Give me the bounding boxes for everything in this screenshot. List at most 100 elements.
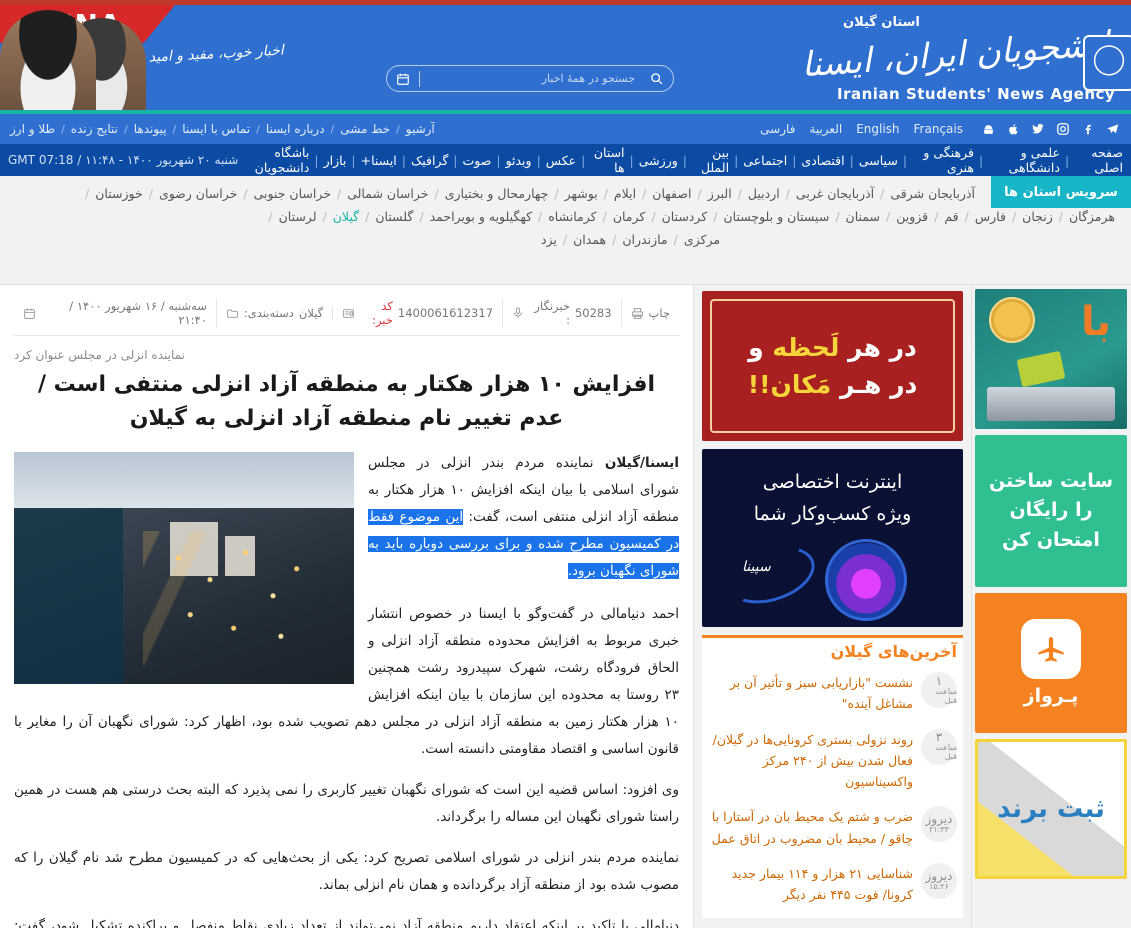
list-item[interactable]: دیروز ۱۵:۲۶ شناسایی ۲۱ هزار و ۱۱۴ بیمار …: [702, 856, 963, 913]
util-link-archive[interactable]: آرشیو: [406, 122, 435, 136]
util-link-policy[interactable]: خط مشی: [340, 122, 390, 136]
province-yazd[interactable]: یزد: [535, 232, 563, 247]
news-item-title[interactable]: نشست "بازاریابی سبز و تأثیر آن بر مشاغل …: [704, 672, 913, 715]
province-isfahan[interactable]: اصفهان: [646, 186, 697, 201]
brand-registration-text: ثبت برند: [997, 794, 1105, 824]
article-source-tag: ایسنا/گیلان: [604, 455, 679, 472]
province-alborz[interactable]: البرز: [702, 186, 738, 201]
android-icon[interactable]: [980, 121, 996, 137]
flight-ad[interactable]: پـرواز: [975, 593, 1127, 733]
search-bar[interactable]: [386, 65, 674, 92]
telegram-icon[interactable]: [1105, 121, 1121, 137]
menu-item-graphic[interactable]: گرافیک: [411, 153, 448, 168]
article-lead-image[interactable]: [14, 452, 354, 685]
province-chaharmahal[interactable]: چهارمحال و بختیاری: [439, 186, 555, 201]
province-khuzestan[interactable]: خوزستان: [89, 186, 148, 201]
menu-item-politics[interactable]: سیاسی: [859, 153, 898, 168]
bank-ad[interactable]: با: [975, 289, 1127, 429]
lang-english[interactable]: English: [856, 122, 899, 136]
swoosh-decoration: [720, 536, 822, 614]
internet-ad-brand: سپینا: [742, 559, 771, 575]
province-kermanshah[interactable]: کرمانشاه: [542, 209, 602, 224]
province-north-khorasan[interactable]: خراسان شمالی: [341, 186, 434, 201]
printer-icon[interactable]: [631, 307, 644, 320]
menu-item-economy[interactable]: اقتصادی: [801, 153, 844, 168]
province-west-azerbaijan[interactable]: آذربایجان غربی: [790, 186, 880, 201]
province-razavi-khorasan[interactable]: خراسان رضوی: [153, 186, 243, 201]
province-kohgiluyeh[interactable]: کهگیلویه و بویراحمد: [424, 209, 538, 224]
province-gilan[interactable]: گیلان: [327, 209, 365, 224]
news-item-title[interactable]: روند نزولی بستری کرونایی‌ها در گیلان/ فع…: [704, 729, 913, 793]
menu-item-isna-plus[interactable]: ایسنا+: [361, 153, 397, 168]
province-markazi[interactable]: مرکزی: [678, 232, 726, 247]
menu-item-social[interactable]: اجتماعی: [743, 153, 787, 168]
sep: /: [713, 209, 718, 224]
util-link-about[interactable]: درباره ایسنا: [266, 122, 325, 136]
instagram-icon[interactable]: [1055, 121, 1071, 137]
site-logo[interactable]: استان گیلان خبرگزاری دانشجویان ایران، ای…: [791, 9, 1131, 109]
news-time-unit: ۱۵:۲۶: [929, 881, 949, 891]
province-qom[interactable]: قم: [938, 209, 964, 224]
lang-arabic[interactable]: العربية: [809, 122, 842, 136]
util-link-links[interactable]: پیوندها: [134, 122, 167, 136]
menu-item-home[interactable]: صفحه اصلی: [1074, 145, 1123, 175]
menu-item-student-club[interactable]: باشگاه دانشجویان: [238, 145, 310, 175]
menu-item-culture[interactable]: فرهنگی و هنری: [912, 145, 974, 175]
news-item-title[interactable]: شناسایی ۲۱ هزار و ۱۱۴ بیمار جدید کرونا/ …: [704, 863, 913, 906]
meta-category[interactable]: گیلان دسته‌بندی:: [217, 306, 334, 320]
province-ardabil[interactable]: اردبیل: [742, 186, 786, 201]
search-icon[interactable]: [639, 66, 673, 91]
list-item[interactable]: دیروز ۲۱:۳۳ ضرب و شتم یک محیط بان در آست…: [702, 799, 963, 856]
province-kerman[interactable]: کرمان: [607, 209, 652, 224]
news-item-title[interactable]: ضرب و شتم یک محیط بان در آستارا با چاقو …: [704, 806, 913, 849]
search-input[interactable]: [420, 66, 639, 91]
menu-item-video[interactable]: ویدئو: [506, 153, 532, 168]
article-kicker: نماینده انزلی در مجلس عنوان کرد: [14, 348, 185, 362]
province-bushehr[interactable]: بوشهر: [559, 186, 604, 201]
province-ilam[interactable]: ایلام: [608, 186, 642, 201]
apple-icon[interactable]: [1005, 121, 1021, 137]
province-qazvin[interactable]: قزوین: [890, 209, 934, 224]
province-mazandaran[interactable]: مازندران: [616, 232, 673, 247]
province-hormozgan[interactable]: هرمزگان: [1063, 209, 1121, 224]
website-builder-ad[interactable]: سایت ساختن را رایگان امتحان کن: [975, 435, 1127, 587]
category-value: گیلان: [298, 306, 324, 320]
province-kurdistan[interactable]: کردستان: [656, 209, 714, 224]
province-lorestan[interactable]: لرستان: [273, 209, 323, 224]
menu-item-market[interactable]: بازار: [324, 153, 347, 168]
provinces-service-header[interactable]: سرویس استان ها: [991, 176, 1131, 208]
menu-item-sports[interactable]: ورزشی: [639, 153, 678, 168]
lang-persian[interactable]: فارسی: [760, 122, 795, 136]
facebook-icon[interactable]: [1080, 121, 1096, 137]
internet-business-ad[interactable]: اینترنت اختصاصی ویژه کسب‌وکار شما سپینا: [702, 449, 963, 627]
latest-news-title: آخرین‌های گیلان: [830, 642, 957, 661]
sep: /: [612, 232, 617, 247]
menu-item-science[interactable]: علمی و دانشگاهی: [988, 145, 1060, 175]
sep: /: [61, 122, 65, 136]
anytime-anywhere-ad[interactable]: در هر لَحظه و در هـر مَکان!!: [702, 291, 963, 441]
page-body: با سایت ساختن را رایگان امتحان کن پـرواز…: [0, 285, 1131, 928]
menu-item-provinces[interactable]: استان ها: [590, 145, 625, 175]
util-link-live-scores[interactable]: نتایج زنده: [71, 122, 118, 136]
util-link-contact[interactable]: تماس با ایسنا: [182, 122, 250, 136]
province-semnan[interactable]: سمنان: [840, 209, 886, 224]
menu-item-audio[interactable]: صوت: [463, 153, 492, 168]
province-south-khorasan[interactable]: خراسان جنوبی: [248, 186, 337, 201]
menu-item-international[interactable]: بین الملل: [692, 145, 729, 175]
province-hamedan[interactable]: همدان: [567, 232, 612, 247]
list-item[interactable]: ۳ ساعت قبل روند نزولی بستری کرونایی‌ها د…: [702, 722, 963, 800]
meta-print[interactable]: چاپ: [622, 306, 679, 320]
province-east-azerbaijan[interactable]: آذربایجان شرقی: [884, 186, 981, 201]
internet-ad-line1: اینترنت اختصاصی: [762, 471, 903, 493]
calendar-icon[interactable]: [387, 66, 419, 91]
util-link-gold-currency[interactable]: طلا و ارز: [10, 122, 55, 136]
lang-francais[interactable]: Français: [914, 122, 963, 136]
province-golestan[interactable]: گلستان: [369, 209, 419, 224]
province-zanjan[interactable]: زنجان: [1016, 209, 1059, 224]
province-sistan-baluchestan[interactable]: سیستان و بلوچستان: [717, 209, 835, 224]
brand-registration-ad[interactable]: ثبت برند: [975, 739, 1127, 879]
province-fars[interactable]: فارس: [969, 209, 1012, 224]
twitter-icon[interactable]: [1030, 121, 1046, 137]
menu-item-photo[interactable]: عکس: [546, 153, 576, 168]
list-item[interactable]: ۱ ساعت قبل نشست "بازاریابی سبز و تأثیر آ…: [702, 665, 963, 722]
